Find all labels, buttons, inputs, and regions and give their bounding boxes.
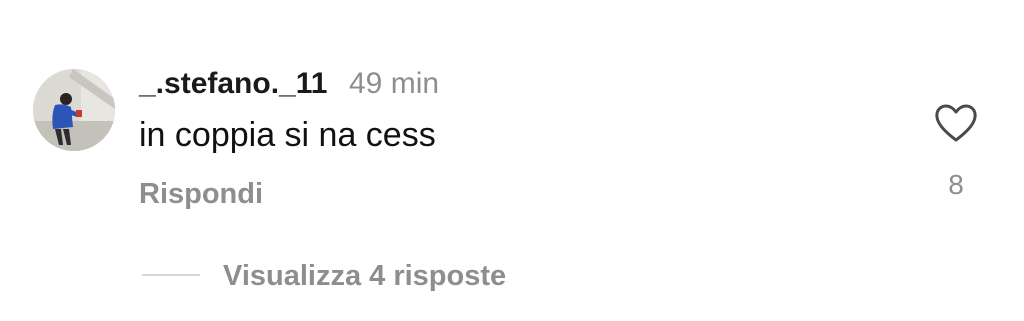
avatar[interactable] <box>33 69 115 151</box>
like-count: 8 <box>948 169 964 200</box>
avatar-photo <box>33 69 115 151</box>
like-button[interactable] <box>934 103 978 143</box>
timestamp: 49 min <box>349 67 440 100</box>
comment-item: _.stefano._11 49 min in coppia si na ces… <box>0 0 1024 321</box>
comment-text: in coppia si na cess <box>139 116 436 154</box>
replies-divider <box>142 274 200 276</box>
reply-button[interactable]: Rispondi <box>139 176 263 212</box>
view-replies-button[interactable]: Visualizza 4 risposte <box>223 258 506 294</box>
heart-outline-icon <box>935 104 977 142</box>
username[interactable]: _.stefano._11 <box>139 66 327 102</box>
